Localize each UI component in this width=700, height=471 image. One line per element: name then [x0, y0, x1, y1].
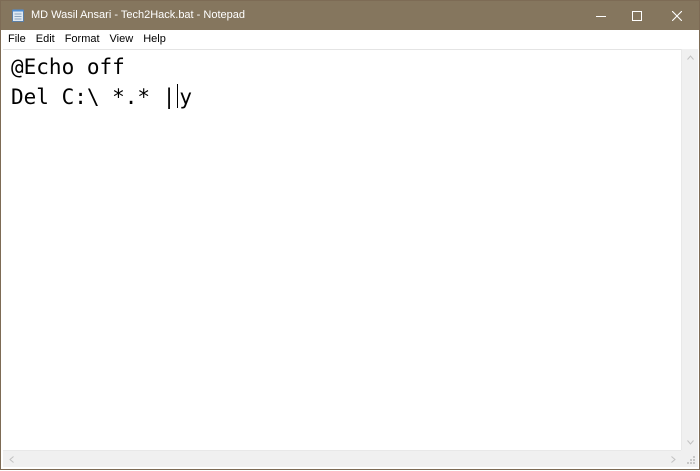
horizontal-scrollbar[interactable]: [3, 450, 681, 467]
minimize-icon: [596, 15, 606, 17]
menu-help[interactable]: Help: [138, 30, 171, 48]
close-button[interactable]: [657, 1, 697, 30]
maximize-icon: [632, 10, 642, 21]
title-bar[interactable]: MD Wasil Ansari - Tech2Hack.bat - Notepa…: [1, 1, 699, 30]
notepad-window: MD Wasil Ansari - Tech2Hack.bat - Notepa…: [0, 0, 700, 470]
menu-bar: File Edit Format View Help: [1, 30, 699, 48]
chevron-left-icon: [8, 455, 14, 463]
chevron-down-icon: [686, 439, 694, 445]
vertical-scrollbar[interactable]: [681, 49, 698, 450]
editor-text: y: [179, 85, 193, 109]
menu-edit[interactable]: Edit: [31, 30, 60, 48]
window-title: MD Wasil Ansari - Tech2Hack.bat - Notepa…: [31, 9, 245, 21]
editor-text: Del C:\ *.* |: [11, 85, 176, 109]
resize-grip[interactable]: [681, 450, 698, 467]
close-icon: [672, 10, 682, 21]
notepad-icon: [12, 9, 24, 22]
menu-file[interactable]: File: [1, 30, 31, 48]
scroll-left-button[interactable]: [3, 451, 19, 467]
scroll-up-button[interactable]: [682, 49, 698, 65]
scroll-right-button[interactable]: [665, 451, 681, 467]
scroll-down-button[interactable]: [682, 434, 698, 450]
minimize-button[interactable]: [581, 1, 621, 30]
chevron-right-icon: [670, 455, 676, 463]
editor-line: Del C:\ *.* | y: [11, 83, 192, 111]
menu-view[interactable]: View: [105, 30, 139, 48]
menu-format[interactable]: Format: [60, 30, 105, 48]
editor-line: @Echo off: [11, 55, 125, 79]
resize-grip-icon: [687, 456, 695, 464]
text-editor[interactable]: @Echo off Del C:\ *.* | y: [3, 49, 681, 451]
chevron-up-icon: [686, 54, 694, 60]
maximize-button[interactable]: [617, 1, 657, 30]
